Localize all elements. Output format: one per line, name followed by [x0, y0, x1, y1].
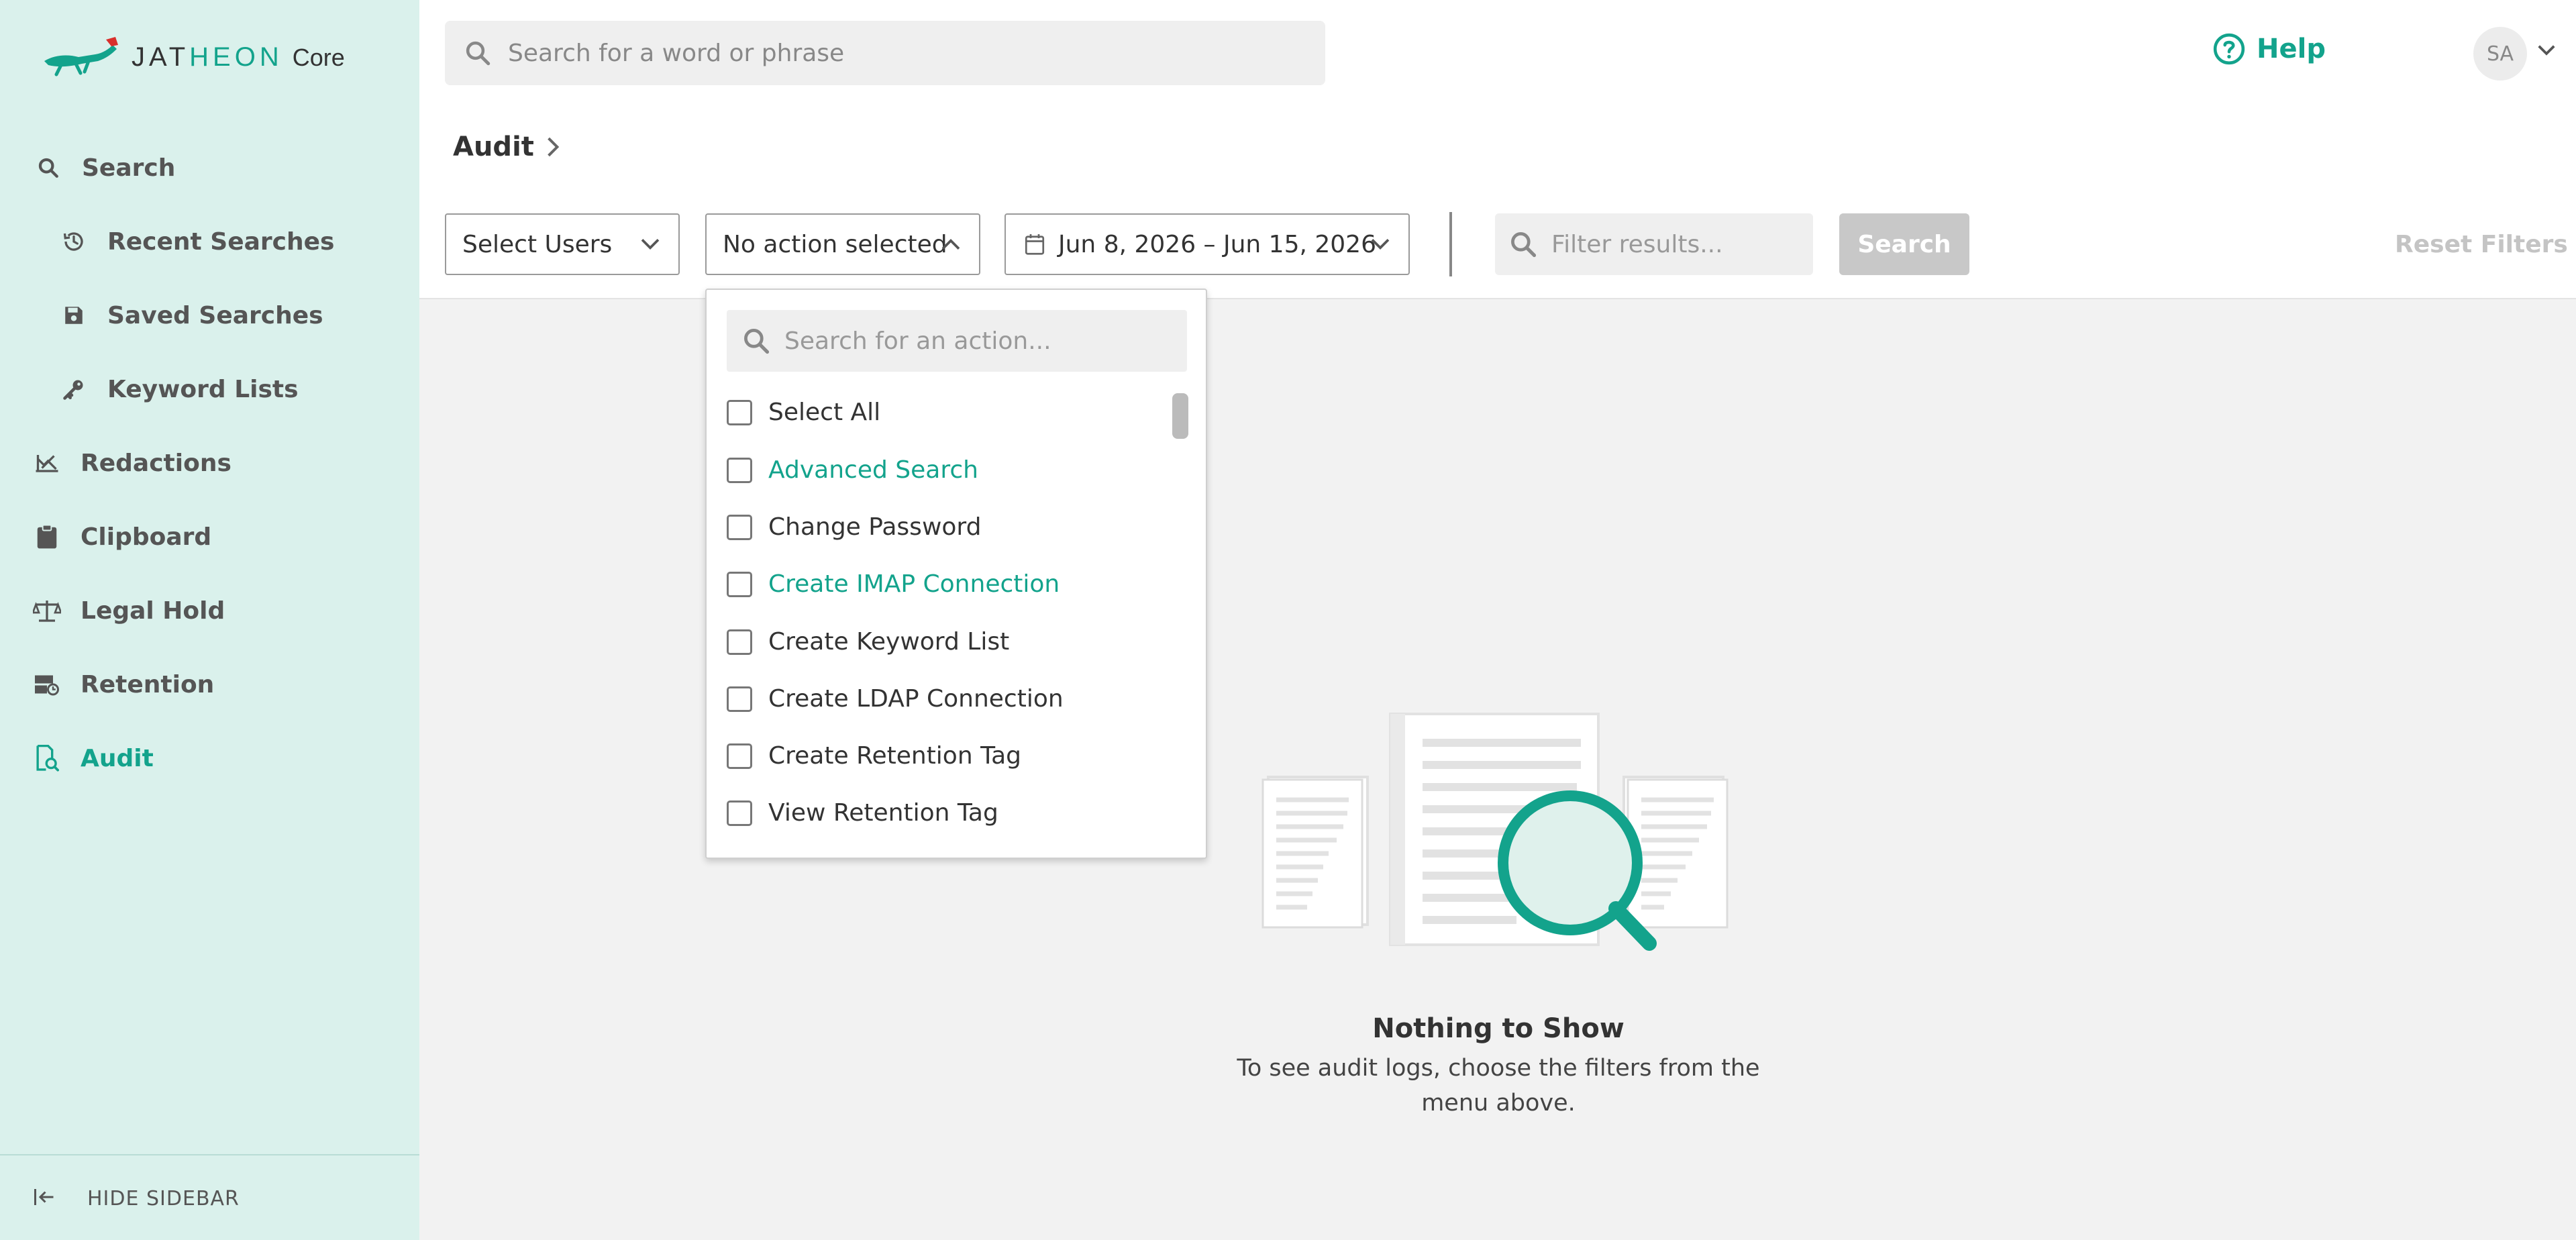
redaction-icon	[32, 448, 62, 478]
key-icon	[59, 374, 89, 404]
select-action-label: No action selected	[723, 230, 947, 258]
hide-sidebar-label: HIDE SIDEBAR	[87, 1186, 240, 1210]
action-option[interactable]: Change Password	[727, 513, 981, 541]
action-option[interactable]: Create Retention Tag	[727, 742, 1021, 770]
sidebar-item-label: Audit	[81, 744, 154, 772]
sidebar-footer: HIDE SIDEBAR	[0, 1154, 419, 1240]
action-option-label: Create IMAP Connection	[768, 570, 1060, 598]
sidebar-item-recent-searches[interactable]: Recent Searches	[59, 227, 334, 256]
reset-filters-button[interactable]: Reset Filters	[2395, 231, 2568, 258]
checkbox[interactable]	[727, 514, 752, 540]
sidebar-item-label: Search	[82, 154, 176, 182]
empty-state-title: Nothing to Show	[1372, 1013, 1625, 1044]
sidebar-item-keyword-lists[interactable]: Keyword Lists	[59, 374, 299, 404]
empty-state-illustration	[1261, 713, 1729, 951]
filter-divider	[1449, 212, 1452, 276]
select-action-dropdown[interactable]: No action selected	[705, 213, 980, 275]
sidebar-item-search[interactable]: Search	[34, 153, 175, 183]
document-left-icon	[1261, 776, 1369, 929]
checkbox[interactable]	[727, 457, 752, 483]
audit-icon	[32, 743, 62, 773]
search-icon	[741, 326, 771, 356]
search-icon	[1508, 229, 1538, 259]
action-option-label: Select All	[768, 399, 881, 426]
sidebar-item-audit[interactable]: Audit	[32, 743, 154, 773]
sidebar-item-label: Recent Searches	[107, 227, 335, 256]
audit-header: Audit Select Users No action selected Ju…	[419, 102, 2576, 299]
help-link[interactable]: Help	[2212, 32, 2326, 66]
sidebar-item-label: Keyword Lists	[107, 375, 299, 403]
chevron-down-icon	[1370, 236, 1391, 252]
action-option-label: Create Retention Tag	[768, 742, 1022, 770]
sidebar-item-saved-searches[interactable]: Saved Searches	[59, 301, 323, 330]
empty-state-description: To see audit logs, choose the filters fr…	[1237, 1055, 1760, 1117]
sidebar-item-legal-hold[interactable]: Legal Hold	[32, 596, 225, 625]
help-circle-icon	[2212, 32, 2246, 66]
checkbox[interactable]	[727, 571, 752, 597]
chevron-right-icon	[546, 136, 560, 158]
date-range-label: Jun 8, 2026 – Jun 15, 2026	[1058, 230, 1376, 258]
search-icon	[34, 153, 63, 183]
gecko-logo-icon	[44, 36, 118, 76]
action-option-label: View Retention Tag	[768, 799, 998, 827]
checkbox[interactable]	[727, 629, 752, 655]
hide-sidebar-button[interactable]: HIDE SIDEBAR	[32, 1185, 240, 1212]
action-search-field[interactable]	[727, 310, 1187, 372]
save-icon	[59, 301, 89, 330]
date-range-picker[interactable]: Jun 8, 2026 – Jun 15, 2026	[1004, 213, 1410, 275]
search-icon	[464, 39, 492, 67]
action-option[interactable]: Create Keyword List	[727, 628, 1009, 656]
collapse-left-icon	[32, 1185, 59, 1212]
clipboard-icon	[32, 522, 62, 552]
action-option[interactable]: Advanced Search	[727, 456, 978, 484]
global-search[interactable]	[445, 21, 1325, 85]
action-option-label: Advanced Search	[768, 456, 978, 484]
chevron-up-icon	[940, 236, 962, 252]
chevron-down-icon	[639, 236, 661, 252]
filter-results-field[interactable]	[1495, 213, 1814, 275]
action-option-label: Create Keyword List	[768, 628, 1010, 656]
help-label: Help	[2257, 34, 2326, 64]
sidebar-item-label: Legal Hold	[81, 597, 225, 625]
action-option-label: Change Password	[768, 513, 982, 541]
action-option-label: Create LDAP Connection	[768, 685, 1064, 713]
checkbox[interactable]	[727, 800, 752, 826]
logo-wordmark: JATHEON	[132, 42, 283, 72]
global-search-input[interactable]	[507, 38, 1281, 68]
history-icon	[59, 227, 89, 256]
select-users-dropdown[interactable]: Select Users	[445, 213, 680, 275]
scale-icon	[32, 596, 62, 625]
action-option[interactable]: Create IMAP Connection	[727, 570, 1060, 598]
retention-icon	[32, 670, 62, 699]
checkbox[interactable]	[727, 743, 752, 769]
sidebar-item-clipboard[interactable]: Clipboard	[32, 522, 211, 552]
app-logo[interactable]: JATHEON Core	[42, 32, 345, 83]
checkbox[interactable]	[727, 399, 752, 425]
sidebar-item-redactions[interactable]: Redactions	[32, 448, 231, 478]
search-button[interactable]: Search	[1839, 213, 1969, 275]
action-dropdown-menu: Select All Advanced Search Change Passwo…	[705, 289, 1207, 859]
action-option[interactable]: Create LDAP Connection	[727, 685, 1064, 713]
sidebar-item-label: Saved Searches	[107, 301, 323, 329]
sidebar: JATHEON Core Search Recent Searches Save…	[0, 0, 419, 1240]
sidebar-item-label: Clipboard	[81, 523, 212, 551]
chevron-down-icon[interactable]	[2536, 43, 2557, 58]
user-avatar[interactable]: SA	[2473, 27, 2527, 81]
sidebar-item-label: Retention	[81, 670, 215, 699]
action-option-select-all[interactable]: Select All	[727, 399, 880, 426]
sidebar-item-retention[interactable]: Retention	[32, 670, 214, 699]
calendar-icon	[1025, 233, 1045, 256]
filter-results-input[interactable]	[1550, 229, 1814, 259]
page-title: Audit	[453, 132, 534, 162]
top-bar: Help SA	[419, 0, 2576, 103]
breadcrumb: Audit	[453, 132, 560, 162]
select-users-label: Select Users	[462, 230, 613, 258]
dropdown-scrollbar[interactable]	[1172, 393, 1188, 439]
logo-suffix: Core	[292, 43, 345, 71]
sidebar-item-label: Redactions	[81, 449, 231, 477]
checkbox[interactable]	[727, 686, 752, 712]
action-search-input[interactable]	[783, 326, 1182, 356]
action-option[interactable]: View Retention Tag	[727, 799, 998, 827]
